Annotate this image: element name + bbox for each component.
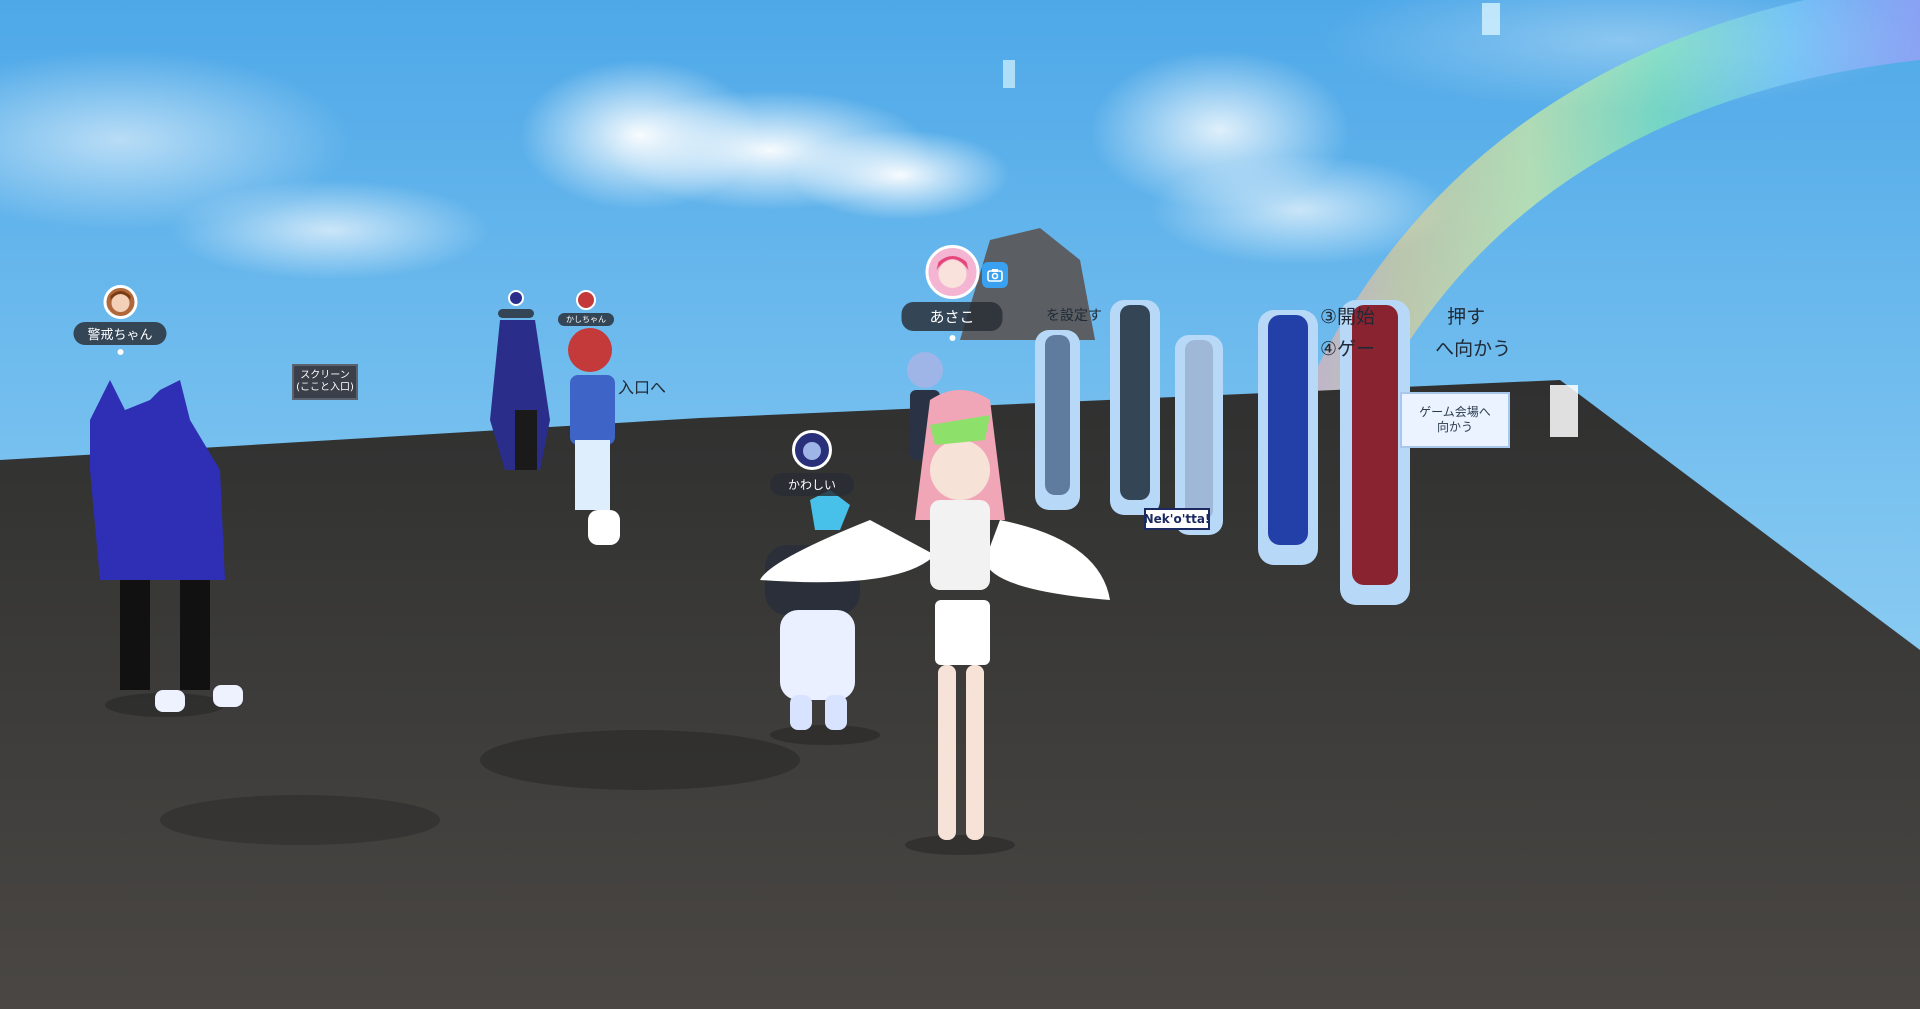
game-venue-line1: ゲーム会場へ <box>1419 405 1491 419</box>
player-name: 警戒ちゃん <box>73 322 167 345</box>
floating-crystal <box>1003 60 1015 88</box>
avatar-icon <box>508 290 524 306</box>
step3-sign: ③開始 押す <box>1320 302 1485 329</box>
floating-crystal <box>1550 385 1578 437</box>
step4-text: ④ゲー <box>1320 338 1376 360</box>
nekotta-sign: Nek'o'tta! <box>1144 508 1210 530</box>
character-standee <box>1175 335 1223 535</box>
player-name: かしちゃん <box>558 313 614 326</box>
nametag-kashichan[interactable]: かしちゃん <box>558 290 614 326</box>
game-viewport[interactable] <box>0 0 1920 1009</box>
shadow <box>160 795 440 845</box>
character-standee <box>1258 310 1318 565</box>
nametag-asako[interactable]: あさこ <box>901 245 1003 341</box>
step3-tail-text: 押す <box>1447 306 1486 328</box>
camera-icon <box>987 269 1003 282</box>
character-standee <box>1110 300 1160 515</box>
step3-text: ③開始 <box>1320 306 1376 328</box>
avatar-icon <box>791 430 832 470</box>
step4-sign: ④ゲー へ向かう <box>1320 334 1511 361</box>
screen-sign-line2: (ここと入口) <box>296 382 354 393</box>
shadow <box>480 730 800 790</box>
player-name: あさこ <box>901 302 1003 331</box>
player-name: かわしい <box>769 473 855 496</box>
screen-sign: スクリーン (ここと入口) <box>292 364 358 400</box>
game-venue-line2: 向かう <box>1436 420 1473 434</box>
game-venue-sign: ゲーム会場へ 向かう <box>1400 392 1510 448</box>
nametag-distant[interactable] <box>498 290 534 318</box>
avatar-icon <box>924 245 979 299</box>
avatar-icon <box>576 290 596 310</box>
step4-tail-text: へ向かう <box>1435 338 1512 360</box>
nametag-pointer <box>948 335 955 341</box>
nametag-kawashii[interactable]: かわしい <box>769 430 855 496</box>
nametag-pointer <box>116 349 123 355</box>
floating-crystal <box>1482 3 1500 35</box>
screen-sign-line1: スクリーン <box>300 369 350 381</box>
nekotta-text: Nek'o'tta! <box>1143 511 1211 526</box>
avatar-icon <box>102 285 137 319</box>
camera-button[interactable] <box>982 262 1008 288</box>
nametag-keikai[interactable]: 警戒ちゃん <box>73 285 167 355</box>
character-standee <box>1035 330 1080 510</box>
player-name-tag <box>498 309 534 318</box>
entrance-sign: 入口へ <box>618 378 667 397</box>
setting-sign: を設定す <box>1046 308 1102 324</box>
